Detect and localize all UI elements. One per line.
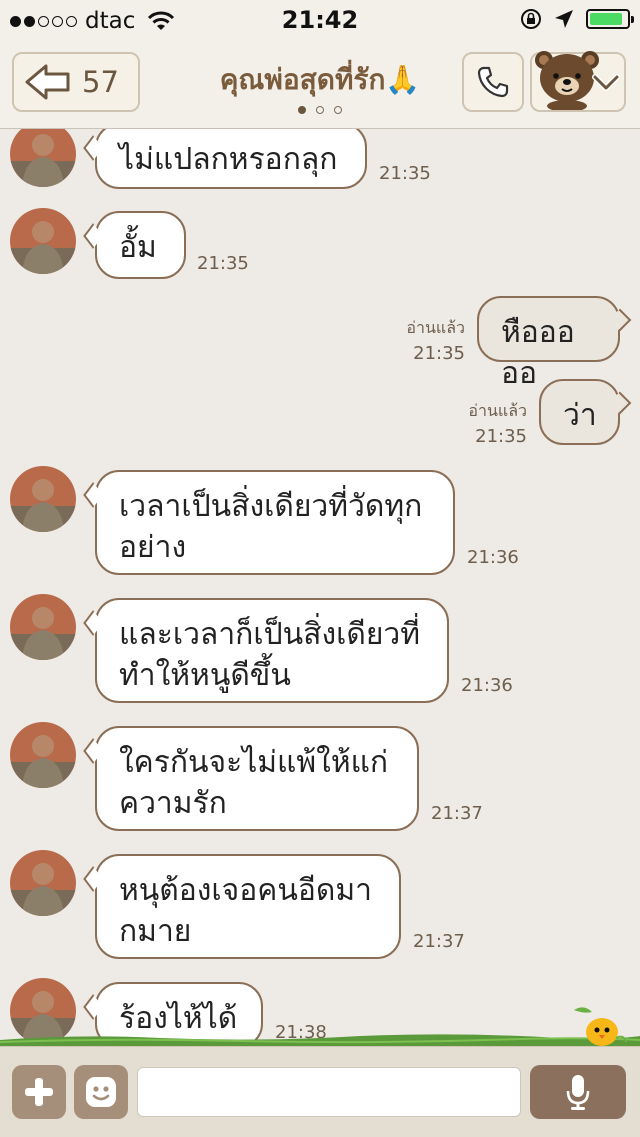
message-time: 21:37	[431, 803, 483, 824]
status-right	[520, 8, 634, 30]
sender-avatar[interactable]	[10, 208, 76, 274]
message-bubble[interactable]: ไม่แปลกหรอกลุก	[95, 129, 367, 189]
message-bubble[interactable]: หือออออ	[477, 296, 620, 391]
chat-title[interactable]: คุณพ่อสุดที่รัก🙏	[150, 58, 490, 102]
message-time: 21:35	[475, 426, 527, 447]
message-time: 21:35	[197, 253, 249, 274]
message-time: 21:37	[413, 931, 465, 952]
message-bubble[interactable]: ว่า	[539, 379, 620, 445]
menu-button[interactable]	[530, 51, 626, 112]
unread-count: 57	[82, 65, 119, 99]
plus-icon	[25, 1078, 53, 1106]
battery-level	[590, 13, 623, 25]
sender-avatar[interactable]	[10, 466, 76, 532]
message-bubble[interactable]: เวลาเป็นสิ่งเดียวที่วัดทุก อย่าง	[95, 470, 455, 575]
message-time: 21:36	[467, 547, 519, 568]
chat-messages[interactable]: ไม่แปลกหรอกลุก 21:35 อั้ม 21:35 อ่านแล้ว…	[0, 129, 640, 1046]
message-bubble[interactable]: ใครกันจะไม่แพ้ให้แก่ ความรัก	[95, 726, 419, 831]
location-arrow-icon	[555, 10, 573, 28]
call-button[interactable]	[462, 52, 524, 112]
sender-avatar[interactable]	[10, 850, 76, 916]
microphone-icon	[566, 1075, 590, 1110]
sender-avatar[interactable]	[10, 722, 76, 788]
chevron-down-icon	[592, 74, 620, 91]
message-input[interactable]	[137, 1067, 521, 1117]
message-time: 21:36	[461, 675, 513, 696]
sticker-button[interactable]	[74, 1065, 128, 1119]
message-bubble[interactable]: หนุต้องเจอคนอีดมา กมาย	[95, 854, 401, 959]
orientation-lock-icon	[521, 9, 541, 29]
sender-avatar[interactable]	[10, 594, 76, 660]
back-button[interactable]: 57	[12, 52, 140, 112]
read-receipt: อ่านแล้ว 21:35	[395, 316, 465, 364]
smiley-icon	[86, 1077, 116, 1107]
voice-message-button[interactable]	[530, 1065, 626, 1119]
message-bubble[interactable]: อั้ม	[95, 211, 186, 279]
battery-icon	[586, 9, 634, 29]
message-time: 21:35	[413, 343, 465, 364]
add-button[interactable]	[12, 1065, 66, 1119]
read-receipt: อ่านแล้ว 21:35	[457, 399, 527, 447]
grass-decoration	[0, 1034, 640, 1046]
back-arrow-icon	[25, 64, 70, 100]
sender-avatar[interactable]	[10, 129, 76, 187]
message-time: 21:35	[379, 163, 431, 184]
chick-icon	[574, 1007, 627, 1046]
phone-icon	[477, 66, 509, 98]
message-bubble[interactable]: และเวลาก็เป็นสิ่งเดียวที่ ทำให้หนูดีขึ้น	[95, 598, 449, 703]
chat-header: 57 คุณพ่อสุดที่รัก🙏	[0, 40, 640, 129]
input-bar	[0, 1046, 640, 1137]
status-bar: dtac 21:42	[0, 0, 640, 40]
